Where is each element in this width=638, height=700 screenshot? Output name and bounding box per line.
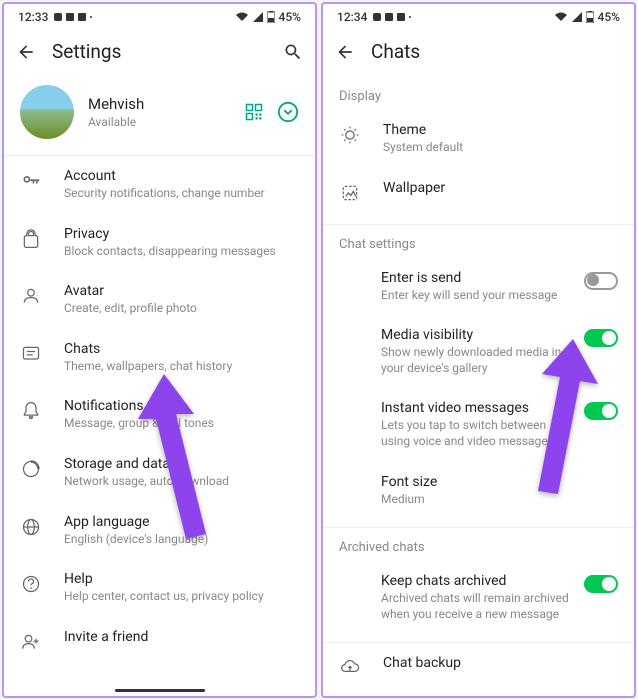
cloud-icon xyxy=(339,657,361,679)
avatar-icon xyxy=(20,285,42,307)
battery-pct: 45% xyxy=(279,10,301,24)
setting-transfer-chats[interactable]: Transfer chats xyxy=(323,691,634,698)
toggle-instant-video[interactable] xyxy=(584,402,618,420)
status-notif-icons xyxy=(54,12,94,22)
settings-item-account[interactable]: AccountSecurity notifications, change nu… xyxy=(4,156,315,214)
signal-icon xyxy=(572,12,582,22)
wifi-icon xyxy=(235,12,249,22)
profile-status: Available xyxy=(88,115,231,129)
setting-chat-backup[interactable]: Chat backup xyxy=(323,643,634,691)
lock-icon xyxy=(20,228,42,250)
storage-icon xyxy=(20,458,42,480)
nav-handle xyxy=(115,689,205,692)
invite-icon xyxy=(20,631,42,653)
toggle-enter-send[interactable] xyxy=(584,272,618,290)
back-button[interactable] xyxy=(335,42,355,62)
settings-item-invite[interactable]: Invite a friend xyxy=(4,617,315,665)
search-button[interactable] xyxy=(283,42,303,62)
globe-icon xyxy=(20,516,42,538)
setting-theme[interactable]: ThemeSystem default xyxy=(323,110,634,168)
chat-icon xyxy=(20,343,42,365)
settings-item-avatar[interactable]: AvatarCreate, edit, profile photo xyxy=(4,271,315,329)
battery-icon xyxy=(586,11,594,23)
status-notif-icons xyxy=(373,12,413,22)
settings-item-privacy[interactable]: PrivacyBlock contacts, disappearing mess… xyxy=(4,214,315,272)
settings-item-notifications[interactable]: NotificationsMessage, group & call tones xyxy=(4,386,315,444)
settings-item-help[interactable]: HelpHelp center, contact us, privacy pol… xyxy=(4,559,315,617)
header: Settings xyxy=(4,26,315,77)
setting-wallpaper[interactable]: Wallpaper xyxy=(323,168,634,216)
phone-settings: 12:33 45% Settings Mehvish Available xyxy=(2,2,317,698)
back-button[interactable] xyxy=(16,42,36,62)
phone-chats: 12:34 45% Chats Display ThemeSystem defa… xyxy=(321,2,636,698)
wallpaper-icon xyxy=(339,182,361,204)
toggle-keep-archived[interactable] xyxy=(584,575,618,593)
section-archived: Archived chats xyxy=(323,528,634,561)
status-time: 12:34 xyxy=(337,10,367,24)
signal-icon xyxy=(253,12,263,22)
header: Chats xyxy=(323,26,634,77)
circle-check-icon[interactable] xyxy=(277,101,299,123)
setting-enter-send[interactable]: Enter is sendEnter key will send your me… xyxy=(323,258,634,316)
page-title: Chats xyxy=(371,40,622,63)
profile-section[interactable]: Mehvish Available xyxy=(4,77,315,155)
setting-media-visibility[interactable]: Media visibilityShow newly downloaded me… xyxy=(323,315,634,388)
key-icon xyxy=(20,170,42,192)
wifi-icon xyxy=(554,12,568,22)
settings-item-storage[interactable]: Storage and dataNetwork usage, auto-down… xyxy=(4,444,315,502)
avatar xyxy=(20,85,74,139)
help-icon xyxy=(20,573,42,595)
section-display: Display xyxy=(323,77,634,110)
setting-font-size[interactable]: Font sizeMedium xyxy=(323,462,634,520)
battery-icon xyxy=(267,11,275,23)
section-chat-settings: Chat settings xyxy=(323,225,634,258)
battery-pct: 45% xyxy=(598,10,620,24)
page-title: Settings xyxy=(52,40,267,63)
qr-icon[interactable] xyxy=(245,103,263,121)
bell-icon xyxy=(20,400,42,422)
settings-item-chats[interactable]: ChatsTheme, wallpapers, chat history xyxy=(4,329,315,387)
status-time: 12:33 xyxy=(18,10,48,24)
settings-item-language[interactable]: App languageEnglish (device's language) xyxy=(4,502,315,560)
profile-name: Mehvish xyxy=(88,95,231,113)
status-bar: 12:34 45% xyxy=(323,4,634,26)
toggle-media-visibility[interactable] xyxy=(584,329,618,347)
setting-keep-archived[interactable]: Keep chats archivedArchived chats will r… xyxy=(323,561,634,634)
setting-instant-video[interactable]: Instant video messagesLets you tap to sw… xyxy=(323,388,634,461)
status-bar: 12:33 45% xyxy=(4,4,315,26)
theme-icon xyxy=(339,124,361,146)
